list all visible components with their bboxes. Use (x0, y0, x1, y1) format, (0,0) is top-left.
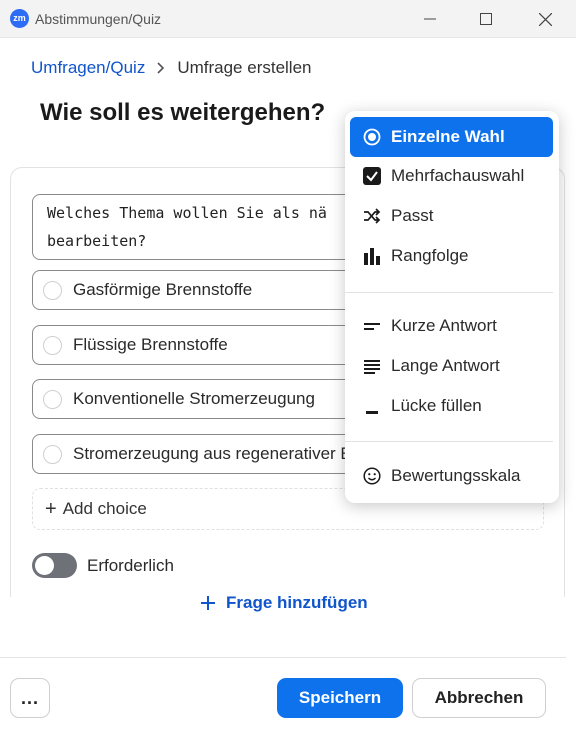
choice-label: Flüssige Brennstoffe (73, 335, 228, 354)
zoom-logo-icon: zm (10, 9, 29, 28)
choice-label: Stromerzeugung aus regenerativer E (73, 444, 352, 463)
breadcrumb-current: Umfrage erstellen (177, 58, 312, 77)
short-lines-icon (362, 316, 382, 336)
menu-item-label: Mehrfachauswahl (391, 166, 525, 185)
footer-divider (0, 657, 566, 658)
blank-line-icon (362, 396, 382, 416)
close-button[interactable] (530, 6, 560, 32)
menu-item-fill-in-blank[interactable]: Lücke füllen (350, 386, 553, 426)
more-options-button[interactable]: ... (10, 678, 50, 718)
menu-item-label: Bewertungsskala (391, 466, 521, 485)
breadcrumb: Umfragen/Quiz Umfrage erstellen (31, 58, 312, 78)
close-icon (538, 12, 552, 26)
long-lines-icon (362, 356, 382, 376)
required-label: Erforderlich (87, 556, 174, 575)
menu-separator (345, 292, 553, 293)
cancel-button[interactable]: Abbrechen (412, 678, 546, 718)
menu-item-short-answer[interactable]: Kurze Antwort (350, 306, 553, 346)
plus-icon: + (45, 498, 57, 520)
menu-item-label: Lücke füllen (391, 396, 482, 415)
chevron-right-icon (157, 62, 165, 74)
window-titlebar: zm Abstimmungen/Quiz (0, 0, 576, 38)
radio-icon (362, 127, 382, 147)
radio-circle-icon (43, 389, 62, 409)
breadcrumb-link-polls[interactable]: Umfragen/Quiz (31, 58, 145, 78)
menu-item-single-choice[interactable]: Einzelne Wahl (350, 117, 553, 157)
minimize-button[interactable] (415, 6, 445, 32)
menu-item-label: Einzelne Wahl (391, 127, 505, 146)
radio-circle-icon (43, 335, 62, 355)
menu-item-multiple-choice[interactable]: Mehrfachauswahl (350, 156, 553, 196)
maximize-icon (480, 13, 492, 25)
save-button[interactable]: Speichern (277, 678, 403, 718)
toggle-knob (35, 556, 54, 575)
add-choice-label: Add choice (62, 499, 147, 518)
minimize-icon (424, 18, 436, 20)
menu-separator (345, 441, 553, 442)
menu-item-label: Kurze Antwort (391, 316, 497, 335)
menu-item-label: Lange Antwort (391, 356, 500, 375)
radio-circle-icon (43, 444, 62, 464)
window-title: Abstimmungen/Quiz (35, 11, 162, 27)
choice-label: Konventionelle Stromerzeugung (73, 389, 315, 408)
bar-chart-icon (362, 246, 382, 266)
maximize-button[interactable] (471, 6, 501, 32)
menu-item-label: Passt (391, 206, 434, 225)
menu-item-rating-scale[interactable]: Bewertungsskala (350, 456, 553, 496)
smiley-icon (362, 466, 382, 486)
add-question-label: Frage hinzufügen (226, 593, 368, 612)
poll-title[interactable]: Wie soll es weitergehen? (40, 99, 325, 127)
menu-item-long-answer[interactable]: Lange Antwort (350, 346, 553, 386)
add-question-button[interactable]: Frage hinzufügen (200, 593, 368, 613)
choice-label: Gasförmige Brennstoffe (73, 280, 253, 299)
checkbox-icon (362, 166, 382, 186)
question-type-menu: Einzelne Wahl Mehrfachauswahl Passt Rang… (345, 111, 559, 503)
radio-circle-icon (43, 280, 62, 300)
required-toggle[interactable] (32, 553, 77, 578)
menu-item-ranking[interactable]: Rangfolge (350, 236, 553, 276)
menu-item-matching[interactable]: Passt (350, 196, 553, 236)
shuffle-icon (362, 206, 382, 226)
menu-item-label: Rangfolge (391, 246, 469, 265)
plus-icon (200, 595, 216, 611)
